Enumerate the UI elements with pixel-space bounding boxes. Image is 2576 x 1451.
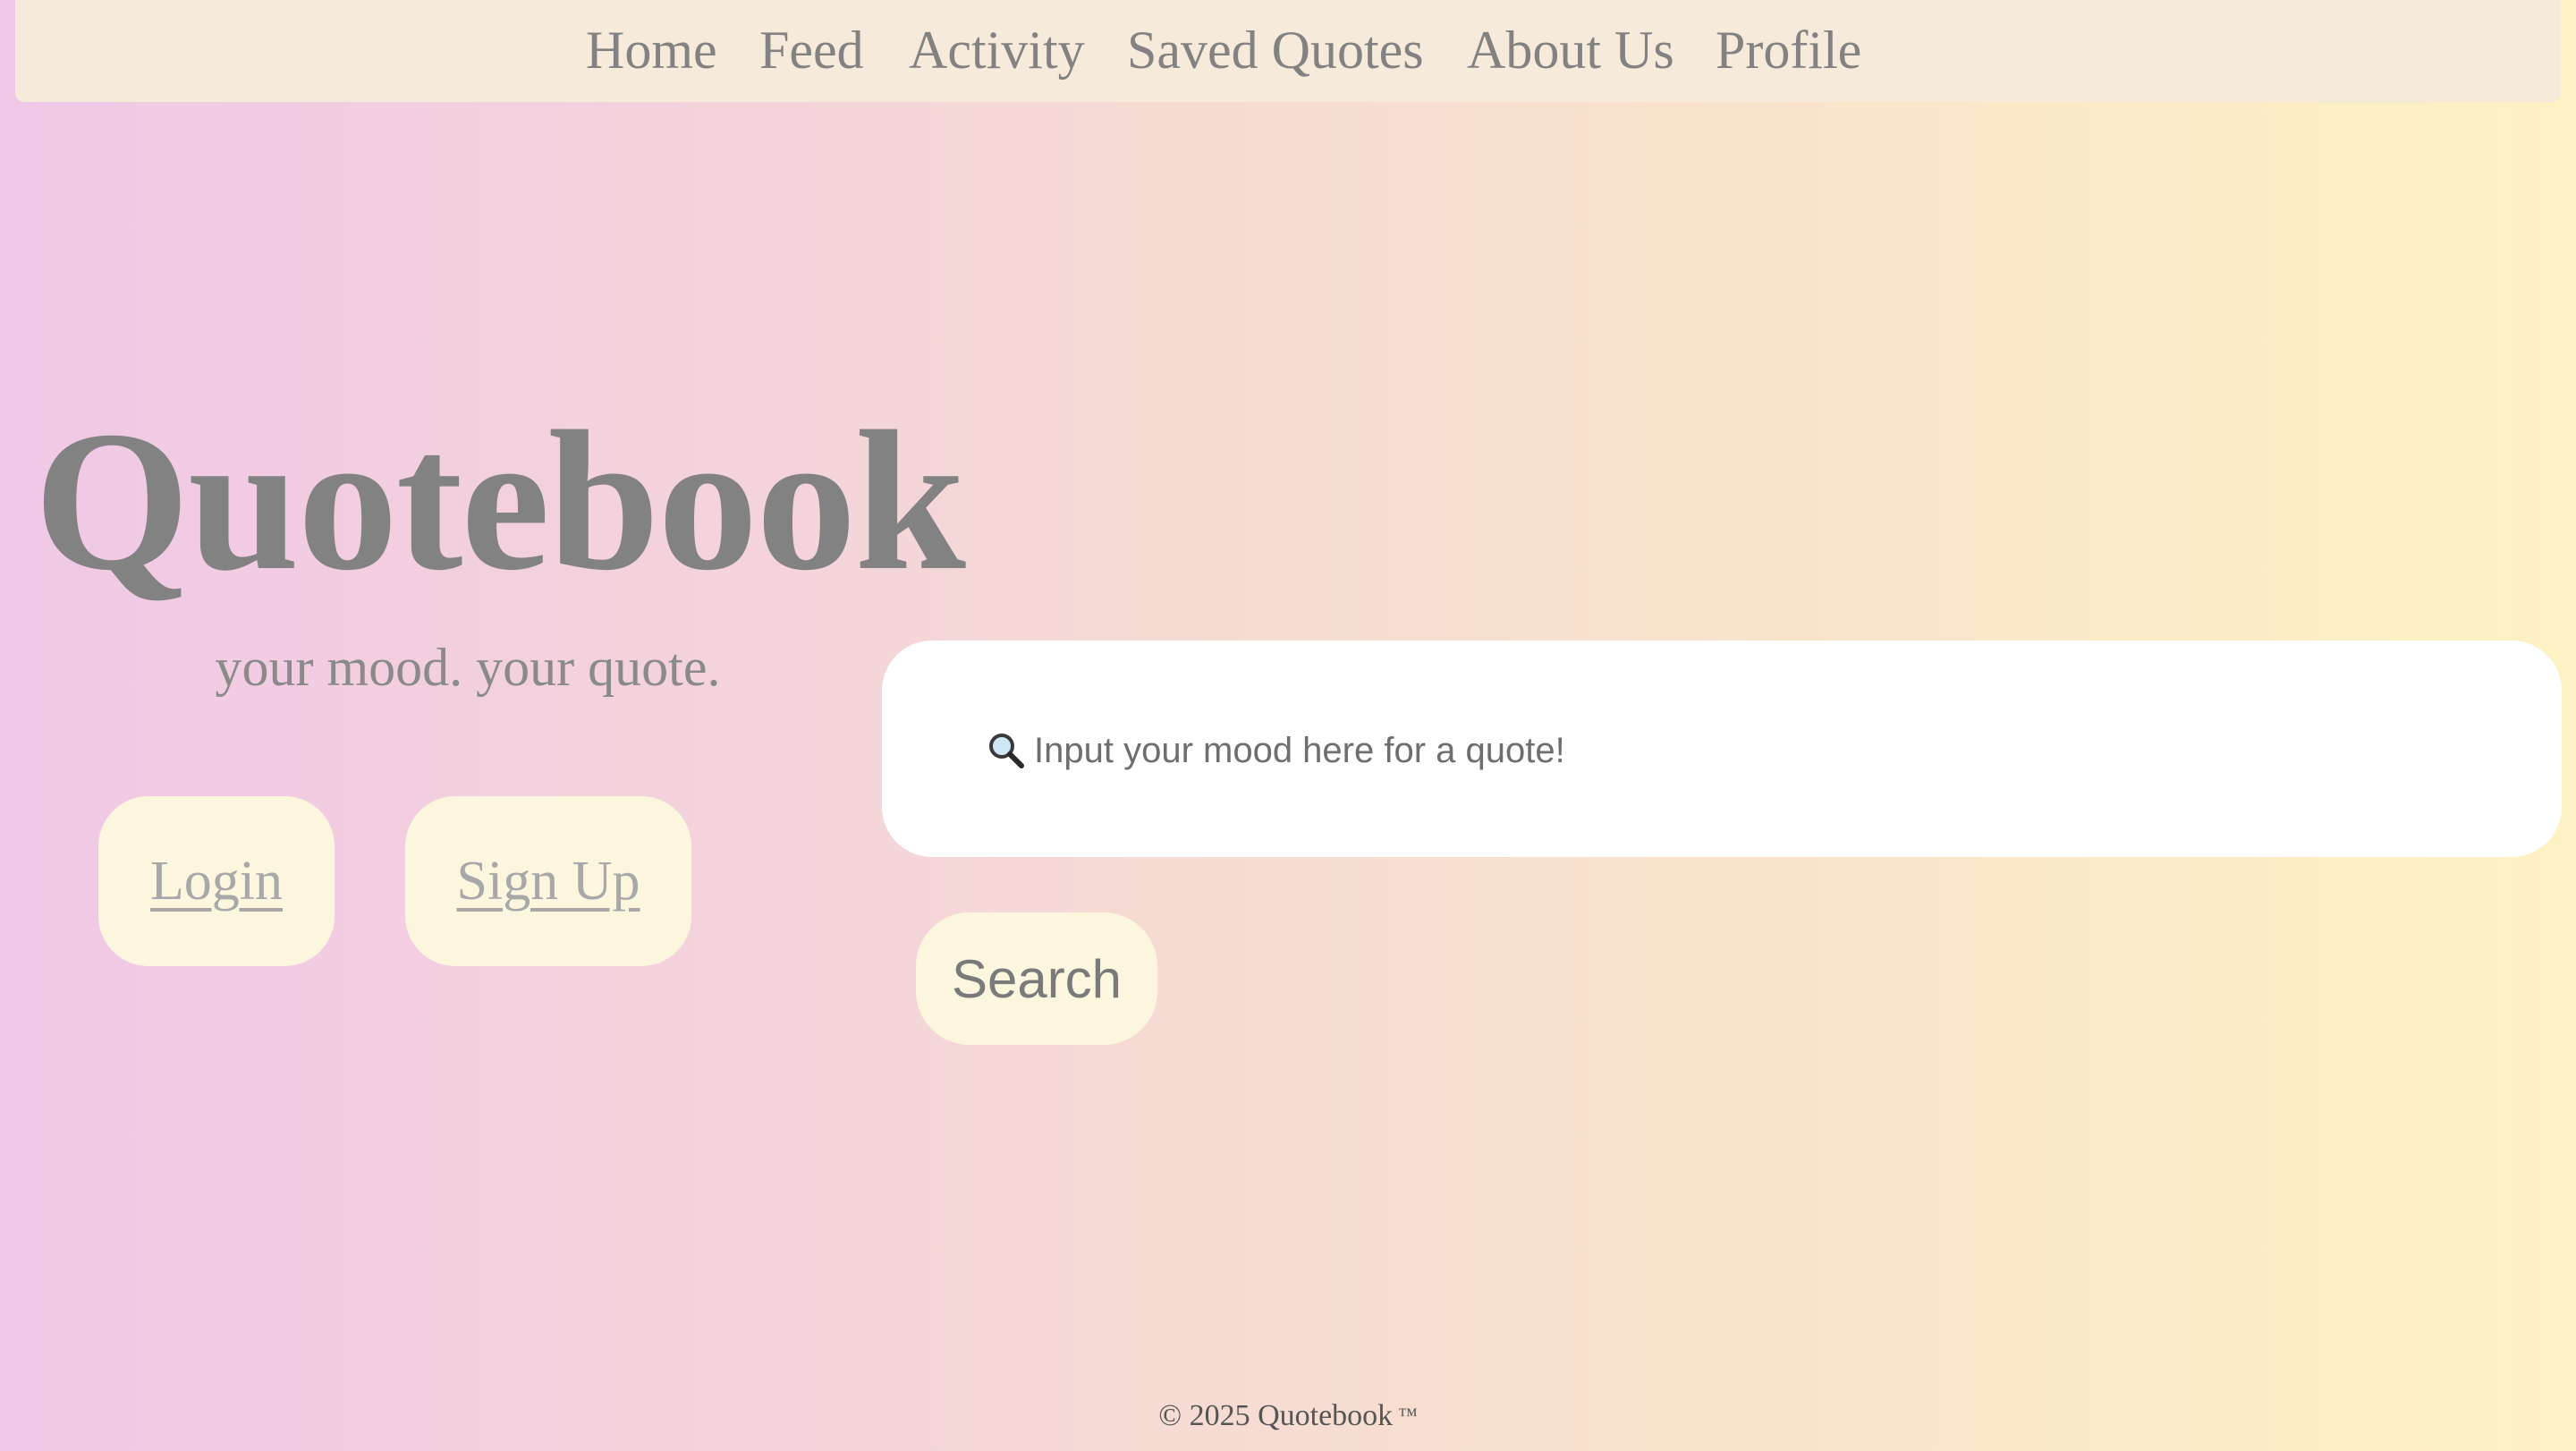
nav-item-profile[interactable]: Profile <box>1716 16 1861 84</box>
nav-item-about-us[interactable]: About Us <box>1467 16 1674 84</box>
search-box <box>882 641 2562 857</box>
search-button[interactable]: Search <box>916 912 1157 1045</box>
login-button[interactable]: Login <box>98 796 335 966</box>
search-button-label: Search <box>951 948 1123 1009</box>
magnifying-glass-icon <box>987 732 1025 769</box>
nav-item-activity[interactable]: Activity <box>909 16 1085 84</box>
nav-item-home[interactable]: Home <box>586 16 717 84</box>
page-title: Quotebook <box>34 390 966 612</box>
footer-copyright: © 2025 Quotebook <box>1158 1399 1394 1432</box>
top-navbar: Home Feed Activity Saved Quotes About Us… <box>15 0 2561 102</box>
trademark-symbol: ™ <box>1398 1404 1418 1426</box>
search-field-wrapper <box>987 719 2419 782</box>
login-button-label: Login <box>149 850 284 912</box>
nav-item-saved-quotes[interactable]: Saved Quotes <box>1127 16 1424 84</box>
tagline: your mood. your quote. <box>215 638 721 697</box>
signup-button[interactable]: Sign Up <box>405 796 691 966</box>
mood-search-input[interactable] <box>1034 730 2376 771</box>
signup-button-label: Sign Up <box>456 850 640 912</box>
footer: © 2025 Quotebook ™ <box>0 1396 2576 1436</box>
nav-item-feed[interactable]: Feed <box>759 16 864 84</box>
